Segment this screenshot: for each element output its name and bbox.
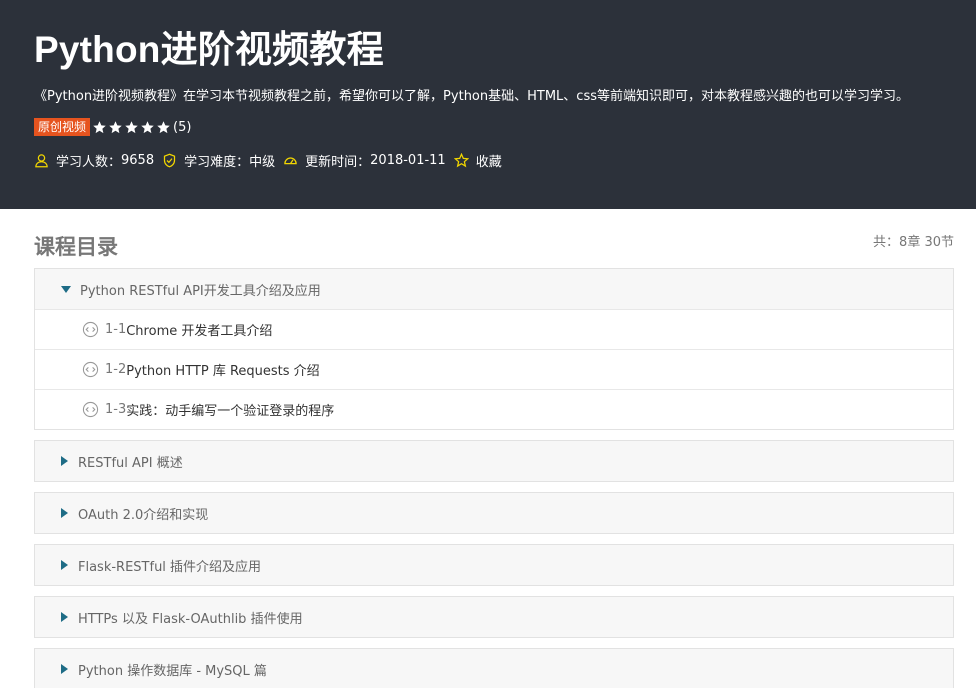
star-icon	[141, 120, 154, 133]
difficulty-value: 中级	[249, 154, 276, 170]
catalog-header: 课程目录 共：8章 30节	[34, 209, 954, 268]
course-catalog: 课程目录 共：8章 30节 Python RESTful API开发工具介绍及应…	[0, 209, 976, 688]
lesson-item[interactable]: 1-3 实践：动手编写一个验证登录的程序	[35, 389, 953, 429]
chapter-title: Python 操作数据库 - MySQL 篇	[78, 663, 267, 679]
catalog-count: 共：8章 30节	[873, 235, 954, 250]
course-description: 《Python进阶视频教程》在学习本节视频教程之前，希望你可以了解，Python…	[34, 89, 909, 104]
chapter-title: Python RESTful API开发工具介绍及应用	[80, 283, 321, 299]
rating-row: 原创视频 (5)	[34, 118, 976, 136]
chapter: Flask-RESTful 插件介绍及应用	[34, 544, 954, 586]
chapter-title: HTTPs 以及 Flask-OAuthlib 插件使用	[78, 611, 303, 627]
lesson-title: Chrome 开发者工具介绍	[126, 324, 273, 339]
chapter: RESTful API 概述	[34, 440, 954, 482]
lesson-number: 1-2	[105, 362, 127, 377]
rating-stars	[92, 120, 172, 135]
star-icon	[125, 120, 138, 133]
learners-value: 9658	[121, 152, 155, 168]
triangle-right-icon	[61, 560, 68, 570]
chapter-title: RESTful API 概述	[78, 455, 183, 471]
favorite-label: 收藏	[475, 154, 502, 170]
star-icon	[109, 120, 122, 133]
original-video-badge: 原创视频	[34, 118, 91, 136]
updated-value: 2018-01-11	[370, 152, 446, 168]
chapter-header[interactable]: RESTful API 概述	[35, 441, 953, 481]
chapter-header[interactable]: Flask-RESTful 插件介绍及应用	[35, 545, 953, 585]
lesson-list: 1-1 Chrome 开发者工具介绍 1-2 Python HTTP 库 Req…	[35, 309, 953, 429]
updated-label: 更新时间：	[305, 154, 371, 170]
triangle-right-icon	[61, 508, 68, 518]
lesson-title: 实践：动手编写一个验证登录的程序	[126, 404, 335, 419]
lesson-title: Python HTTP 库 Requests 介绍	[126, 364, 320, 379]
triangle-right-icon	[61, 456, 68, 466]
lesson-item[interactable]: 1-1 Chrome 开发者工具介绍	[35, 309, 953, 349]
lesson-number: 1-3	[105, 402, 127, 417]
learners-count: 学习人数： 9658	[34, 151, 154, 170]
difficulty: 学习难度： 中级	[162, 151, 275, 170]
course-hero: Python进阶视频教程 《Python进阶视频教程》在学习本节视频教程之前，希…	[0, 0, 976, 209]
favorite-button[interactable]: 收藏	[453, 151, 502, 170]
chapter: Python 操作数据库 - MySQL 篇	[34, 648, 954, 688]
lesson-number: 1-1	[105, 322, 127, 337]
chapter-title: OAuth 2.0介绍和实现	[78, 507, 209, 523]
chapter: HTTPs 以及 Flask-OAuthlib 插件使用	[34, 596, 954, 638]
chapter: OAuth 2.0介绍和实现	[34, 492, 954, 534]
shield-check-icon	[163, 153, 176, 167]
difficulty-label: 学习难度：	[184, 154, 250, 170]
rating-count: (5)	[173, 119, 192, 135]
chapter-header[interactable]: OAuth 2.0介绍和实现	[35, 493, 953, 533]
video-play-icon	[82, 361, 99, 378]
catalog-title: 课程目录	[34, 235, 118, 259]
course-title: Python进阶视频教程	[34, 29, 384, 70]
chapter-title: Flask-RESTful 插件介绍及应用	[78, 559, 262, 575]
chapter-header[interactable]: Python 操作数据库 - MySQL 篇	[35, 649, 953, 688]
gauge-icon	[284, 156, 297, 164]
triangle-right-icon	[61, 664, 68, 674]
lesson-item[interactable]: 1-2 Python HTTP 库 Requests 介绍	[35, 349, 953, 389]
chapter-header[interactable]: HTTPs 以及 Flask-OAuthlib 插件使用	[35, 597, 953, 637]
star-icon	[93, 120, 106, 133]
learners-label: 学习人数：	[56, 154, 122, 170]
triangle-right-icon	[61, 612, 68, 622]
video-play-icon	[82, 321, 99, 338]
triangle-down-icon	[61, 286, 71, 293]
video-play-icon	[82, 401, 99, 418]
star-outline-icon	[453, 152, 469, 167]
chapter: Python RESTful API开发工具介绍及应用 1-1 Chrome 开…	[34, 268, 954, 430]
course-meta: 学习人数： 9658 学习难度： 中级 更新时间： 2018-01-11 收藏	[34, 151, 976, 170]
update-time: 更新时间： 2018-01-11	[283, 151, 446, 170]
user-icon	[35, 153, 48, 167]
chapter-header[interactable]: Python RESTful API开发工具介绍及应用	[35, 269, 953, 309]
star-icon	[157, 120, 170, 133]
